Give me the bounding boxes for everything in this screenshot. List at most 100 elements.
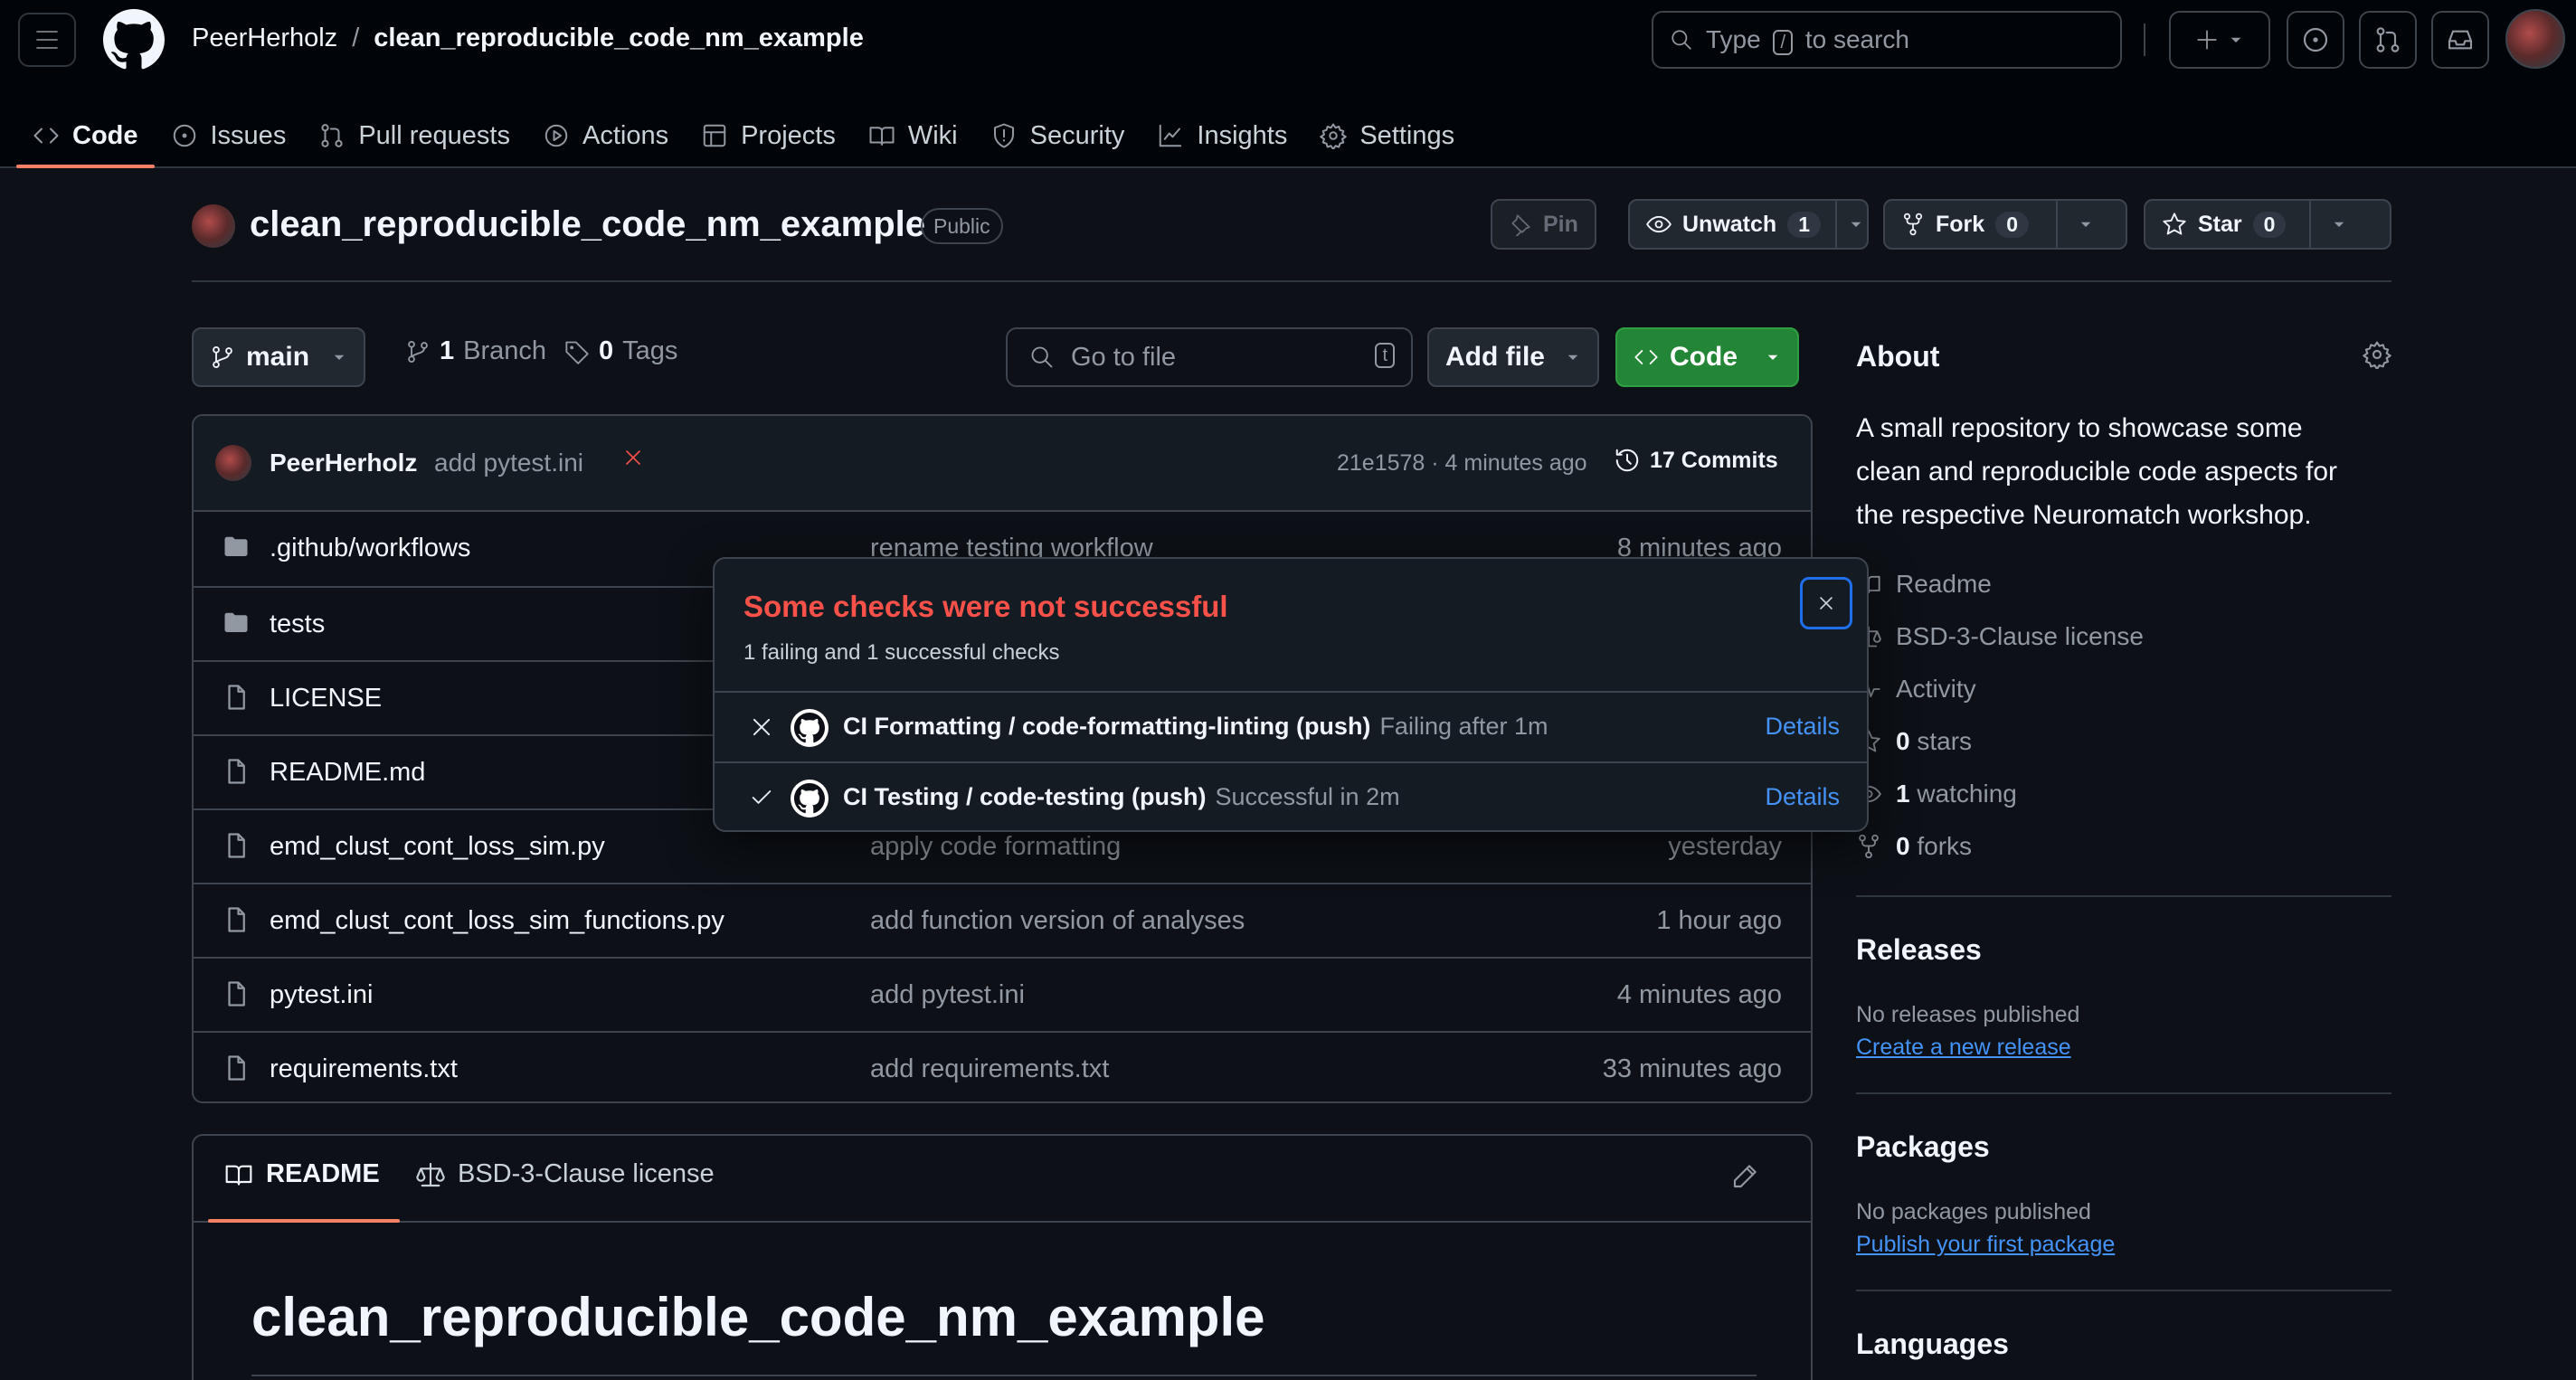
caret-down-icon[interactable] (2078, 216, 2094, 232)
tab-issues[interactable]: Issues (155, 107, 303, 165)
pencil-icon[interactable] (1731, 1161, 1760, 1190)
search-icon (1672, 30, 1691, 50)
file-commit-message[interactable]: add function version of analyses (870, 906, 1245, 936)
table-icon (703, 124, 726, 147)
breadcrumb-repo[interactable]: clean_reproducible_code_nm_example (374, 24, 864, 53)
tab-license-label: BSD-3-Clause license (458, 1159, 715, 1188)
details-link[interactable]: Details (1765, 783, 1840, 811)
divider (192, 280, 2391, 282)
x-icon[interactable] (622, 447, 644, 468)
languages-heading: Languages (1856, 1328, 2009, 1360)
star-button[interactable]: Star 0 (2144, 199, 2391, 250)
repo-owner-avatar[interactable] (192, 204, 235, 248)
tab-security[interactable]: Security (974, 107, 1141, 165)
inbox-button[interactable] (2431, 11, 2489, 69)
tab-security-label: Security (1029, 120, 1125, 150)
unwatch-button[interactable]: Unwatch 1 (1628, 199, 1869, 250)
check-row-testing[interactable]: CI Testing / code-testing (push) Successf… (715, 761, 1867, 830)
pull-request-icon (2376, 27, 2400, 52)
file-row[interactable]: pytest.ini add pytest.ini 4 minutes ago (194, 957, 1811, 1031)
file-name[interactable]: pytest.ini (270, 980, 373, 1010)
commits-link[interactable]: 17 Commits (1614, 447, 1778, 474)
tags-link[interactable]: 0 Tags (564, 336, 677, 366)
tab-projects[interactable]: Projects (685, 107, 852, 165)
commit-author[interactable]: PeerHerholz (270, 449, 417, 477)
gear-icon[interactable] (2363, 340, 2391, 369)
breadcrumb: PeerHerholz / clean_reproducible_code_nm… (192, 24, 864, 53)
check-row-formatting[interactable]: CI Formatting / code-formatting-linting … (715, 691, 1867, 761)
publish-package-link[interactable]: Publish your first package (1856, 1232, 2115, 1258)
tab-wiki[interactable]: Wiki (852, 107, 974, 165)
global-search-input[interactable]: Type / to search (1652, 11, 2122, 69)
github-logo-icon[interactable] (103, 9, 165, 71)
packages-heading[interactable]: Packages (1856, 1130, 1990, 1164)
stars-label: stars (1917, 727, 1973, 755)
repo-title[interactable]: clean_reproducible_code_nm_example (250, 204, 925, 245)
tab-pull-requests[interactable]: Pull requests (302, 107, 526, 165)
tab-code[interactable]: Code (16, 107, 155, 168)
file-row[interactable]: requirements.txt add requirements.txt 33 m… (194, 1031, 1811, 1101)
readme-divider (251, 1375, 1757, 1376)
user-avatar[interactable] (2505, 9, 2565, 69)
file-commit-message[interactable]: add requirements.txt (870, 1054, 1109, 1084)
caret-down-icon[interactable] (1848, 216, 1864, 232)
go-to-file-input[interactable]: Go to file t (1006, 327, 1413, 387)
readme-link[interactable]: Readme (1856, 570, 1992, 599)
gear-icon (1320, 123, 1348, 149)
create-new-button[interactable] (2169, 11, 2270, 69)
active-tab-indicator (208, 1219, 400, 1223)
go-to-file-placeholder: Go to file (1071, 342, 1177, 372)
file-name[interactable]: emd_clust_cont_loss_sim_functions.py (270, 906, 724, 936)
file-row[interactable]: emd_clust_cont_loss_sim_functions.py add … (194, 883, 1811, 957)
file-name[interactable]: requirements.txt (270, 1054, 458, 1084)
pull-requests-button[interactable] (2359, 11, 2417, 69)
file-name[interactable]: .github/workflows (270, 534, 470, 563)
issues-button[interactable] (2287, 11, 2344, 69)
tab-readme-label: README (266, 1159, 380, 1188)
commit-sha-time[interactable]: 21e1578 · 4 minutes ago (1337, 450, 1587, 477)
tab-insights[interactable]: Insights (1141, 107, 1303, 165)
file-commit-message[interactable]: add pytest.ini (870, 980, 1025, 1010)
tab-settings[interactable]: Settings (1303, 107, 1471, 165)
tab-readme[interactable]: README (224, 1159, 380, 1189)
releases-heading[interactable]: Releases (1856, 933, 1982, 967)
file-name[interactable]: emd_clust_cont_loss_sim.py (270, 832, 605, 862)
tag-count: 0 (599, 336, 614, 365)
menu-button[interactable] (18, 13, 76, 67)
caret-down-icon[interactable] (2331, 216, 2347, 232)
tab-license[interactable]: BSD-3-Clause license (416, 1159, 715, 1189)
stars-count: 0 (1896, 727, 1910, 755)
commit-message[interactable]: add pytest.ini (434, 449, 583, 477)
readme-link-label: Readme (1896, 570, 1992, 598)
file-name[interactable]: LICENSE (270, 684, 382, 714)
caret-down-icon (2230, 37, 2241, 43)
graph-icon (1160, 124, 1182, 147)
details-link[interactable]: Details (1765, 713, 1840, 741)
pin-button[interactable]: Pin (1491, 199, 1596, 250)
check-name-text: CI Formatting / code-formatting-linting … (843, 713, 1371, 740)
forks-link[interactable]: 0 forks (1856, 832, 1972, 861)
add-file-button[interactable]: Add file (1427, 327, 1599, 387)
close-button[interactable] (1800, 577, 1852, 629)
github-actions-icon (791, 709, 829, 747)
activity-link[interactable]: Activity (1856, 675, 1976, 704)
watchers-link[interactable]: 1 watching (1856, 780, 2017, 808)
breadcrumb-owner[interactable]: PeerHerholz (192, 24, 337, 53)
code-dropdown-button[interactable]: Code (1615, 327, 1799, 387)
file-commit-message[interactable]: apply code formatting (870, 832, 1121, 862)
file-name[interactable]: README.md (270, 758, 425, 788)
file-name[interactable]: tests (270, 610, 325, 639)
visibility-badge: Public (921, 208, 1003, 244)
code-icon (33, 128, 59, 144)
fork-icon (1903, 213, 1923, 236)
branches-link[interactable]: 1 Branch (405, 336, 546, 366)
branch-selector[interactable]: main (192, 327, 366, 387)
fork-button[interactable]: Fork 0 (1883, 199, 2127, 250)
pin-icon (1511, 214, 1530, 236)
license-link[interactable]: BSD-3-Clause license (1856, 622, 2144, 651)
stars-link[interactable]: 0 stars (1856, 727, 1972, 756)
commit-author-avatar[interactable] (215, 445, 251, 481)
releases-empty-text: No releases published (1856, 1002, 2080, 1027)
create-release-link[interactable]: Create a new release (1856, 1035, 2071, 1061)
tab-actions[interactable]: Actions (526, 107, 685, 165)
